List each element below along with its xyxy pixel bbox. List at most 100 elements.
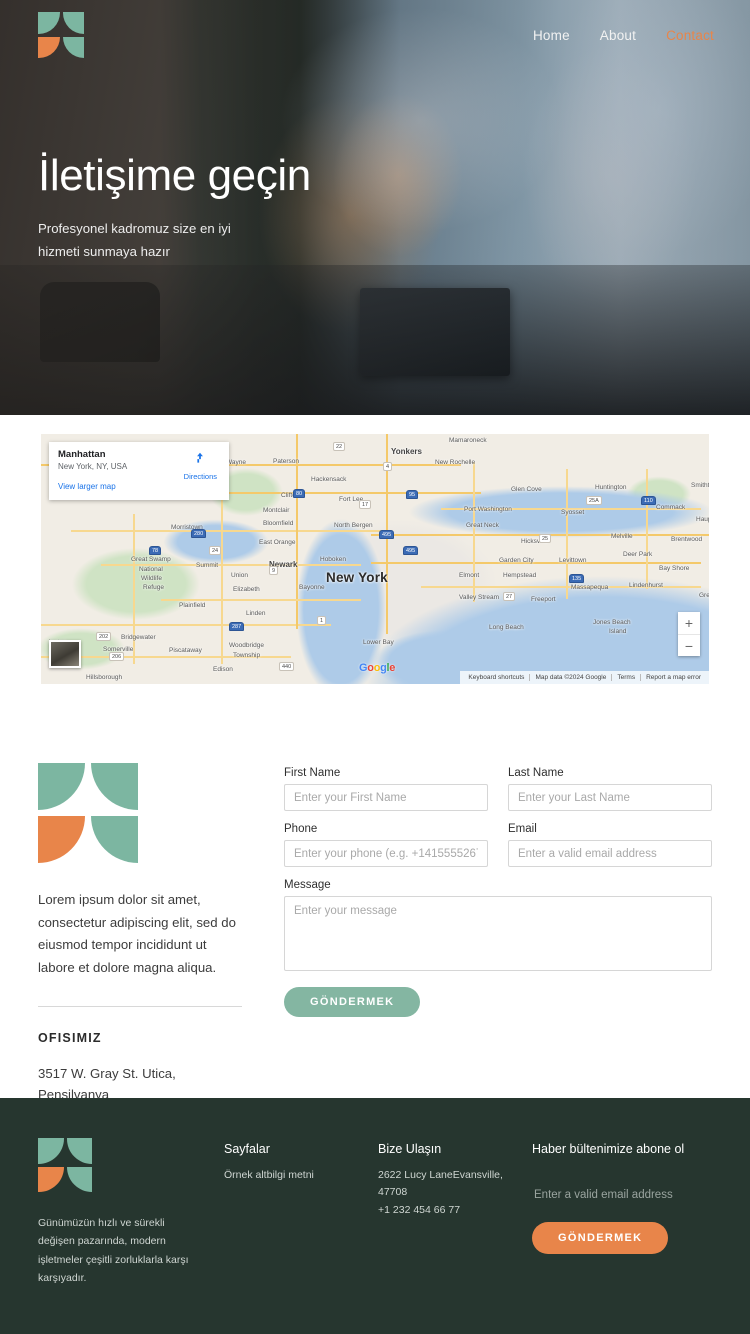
- contact-form-column: First Name Last Name Phone Email: [284, 763, 712, 1105]
- map-route-shield: 1: [317, 616, 327, 625]
- newsletter-title: Haber bültenimize abone ol: [532, 1142, 685, 1156]
- nav-link-about[interactable]: About: [600, 28, 636, 43]
- map-keyboard-shortcuts[interactable]: Keyboard shortcuts: [463, 674, 529, 681]
- map-label: Hoboken: [320, 556, 347, 563]
- footer-address-line-1: 2622 Lucy LaneEvansville,: [378, 1169, 503, 1181]
- logo-petal-bottom-right: [91, 816, 138, 863]
- map-label: Hackensack: [311, 476, 347, 483]
- brand-logo-large-icon: [38, 763, 138, 863]
- newsletter-submit-button[interactable]: GÖNDERMEK: [532, 1222, 669, 1254]
- map-label: Massapequa: [571, 584, 609, 591]
- map-label: Wayne: [226, 459, 246, 466]
- map-label: Great Swamp: [131, 556, 171, 563]
- map-route-shield: 4: [383, 462, 393, 471]
- footer-brand-column: Günümüzün hızlı ve sürekli değişen pazar…: [38, 1138, 198, 1334]
- map-place-card: Manhattan New York, NY, USA View larger …: [49, 442, 229, 500]
- map-route-shield: 202: [96, 632, 112, 641]
- field-message: Message: [284, 879, 712, 976]
- map-label: National: [139, 566, 163, 573]
- map-label: Bridgewater: [121, 634, 156, 641]
- last-name-input[interactable]: [508, 784, 712, 811]
- map-route-shield: 25: [539, 534, 552, 543]
- map-label: Island: [609, 628, 627, 635]
- map-label: Port Washington: [464, 506, 512, 513]
- map-embed[interactable]: New York Newark Yonkers Hoboken Paterson Wayn…: [41, 434, 709, 684]
- map-label: Bloomfield: [263, 520, 294, 527]
- nav-link-home[interactable]: Home: [533, 28, 570, 43]
- hero-title: İletişime geçin: [38, 151, 311, 200]
- map-route-shield: 495: [379, 530, 395, 539]
- field-phone: Phone: [284, 823, 488, 867]
- phone-input[interactable]: [284, 840, 488, 867]
- site-header: Home About Contact: [0, 0, 750, 70]
- map-view-larger-link[interactable]: View larger map: [58, 482, 116, 491]
- map-label: Levittown: [559, 557, 587, 564]
- map-label: Township: [233, 652, 261, 659]
- map-label: Piscataway: [169, 647, 202, 654]
- nav-link-contact[interactable]: Contact: [666, 28, 714, 43]
- map-directions-label: Directions: [183, 472, 217, 481]
- map-report-error-link[interactable]: Report a map error: [640, 674, 706, 681]
- map-label: North Bergen: [334, 522, 373, 529]
- contact-submit-button[interactable]: GÖNDERMEK: [284, 987, 421, 1017]
- contact-description: Lorem ipsum dolor sit amet, consectetur …: [38, 892, 236, 976]
- logo-petal-top-left: [38, 1138, 64, 1164]
- form-row-contact: Phone Email: [284, 823, 712, 867]
- main-navigation: Home About Contact: [533, 28, 714, 43]
- map-label: Edison: [213, 666, 233, 673]
- map-route-shield: 9: [269, 566, 279, 575]
- map-route-shield: 22: [333, 442, 346, 451]
- map-route-shield: 280: [191, 529, 207, 538]
- map-label: Jones Beach: [593, 619, 631, 626]
- map-label: Hillsborough: [86, 674, 123, 681]
- footer-page-link[interactable]: Örnek altbilgi metni: [224, 1167, 352, 1184]
- map-label: Union: [231, 572, 248, 579]
- map-route-shield: 287: [229, 622, 245, 631]
- map-route-shield: 80: [293, 489, 306, 498]
- message-textarea[interactable]: [284, 896, 712, 971]
- map-label: Bayonne: [299, 584, 325, 591]
- form-row-names: First Name Last Name: [284, 767, 712, 811]
- hero-section: Home About Contact İletişime geçin Profe…: [0, 0, 750, 415]
- map-route-shield: 17: [359, 500, 372, 509]
- map-route-shield: 78: [149, 546, 162, 555]
- email-input[interactable]: [508, 840, 712, 867]
- logo-petal-top-right: [66, 1138, 92, 1164]
- field-last-name: Last Name: [508, 767, 712, 811]
- map-zoom-in-button[interactable]: +: [678, 612, 700, 634]
- hero-content: İletişime geçin Profesyonel kadromuz siz…: [38, 151, 311, 264]
- map-zoom-controls: + −: [678, 612, 700, 656]
- newsletter-email-input[interactable]: [532, 1183, 712, 1208]
- map-directions-button[interactable]: Directions: [184, 451, 217, 484]
- map-street-view-thumbnail[interactable]: [49, 640, 81, 668]
- hero-subtitle: Profesyonel kadromuz size en iyi hizmeti…: [38, 221, 231, 260]
- footer-pages-title: Sayfalar: [224, 1142, 270, 1156]
- map-label: Glen Cove: [511, 486, 542, 493]
- logo-petal-bottom-left: [38, 36, 60, 58]
- map-label: Summit: [196, 562, 219, 569]
- map-label: Lower Bay: [363, 639, 394, 646]
- map-label: Garden City: [499, 557, 534, 564]
- logo-petal-bottom-left: [38, 1166, 64, 1192]
- logo-petal-bottom-left: [38, 816, 85, 863]
- map-label: Lindenhurst: [629, 582, 663, 589]
- page-root: Home About Contact İletişime geçin Profe…: [0, 0, 750, 1334]
- map-label: Paterson: [273, 458, 300, 465]
- map-label: Bay Shore: [659, 565, 690, 572]
- map-label: Woodbridge: [229, 642, 264, 649]
- map-route-shield: 135: [569, 574, 585, 583]
- map-route-shield: 95: [406, 490, 419, 499]
- office-heading: OFISIMIZ: [38, 1030, 102, 1045]
- map-label: Deer Park: [623, 551, 653, 558]
- map-label: Yonkers: [391, 447, 422, 456]
- footer-newsletter-column: Haber bültenimize abone ol GÖNDERMEK: [532, 1138, 712, 1334]
- map-zoom-out-button[interactable]: −: [678, 634, 700, 656]
- logo-petal-top-right: [91, 763, 138, 810]
- brand-logo-icon[interactable]: [38, 12, 84, 58]
- map-terms-link[interactable]: Terms: [611, 674, 640, 681]
- contact-divider: [38, 1005, 242, 1007]
- first-name-input[interactable]: [284, 784, 488, 811]
- map-label: Commack: [656, 504, 686, 511]
- brand-logo-footer-icon: [38, 1138, 92, 1192]
- footer-phone-number[interactable]: +1 232 454 66 77: [378, 1202, 506, 1219]
